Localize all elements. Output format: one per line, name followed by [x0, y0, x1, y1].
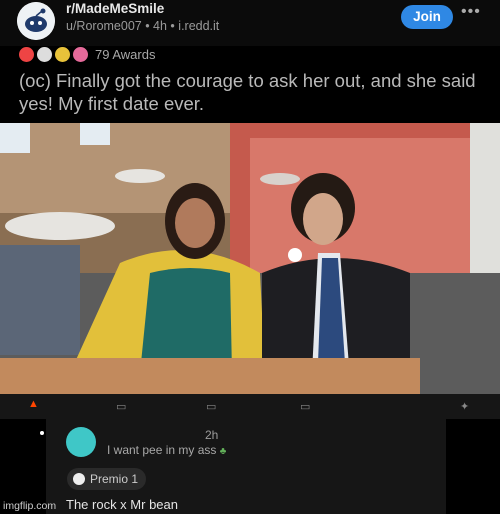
save-icon[interactable]: ▭ — [300, 400, 310, 413]
post-action-bar: ▲ ▭ ▭ ▭ ✦ — [0, 394, 500, 419]
comment-time: 2h — [205, 428, 219, 442]
award-silver-icon — [19, 46, 34, 62]
join-button[interactable]: Join — [401, 5, 453, 29]
comment-username-text: I want pee in my ass — [107, 443, 217, 457]
dot-decoration — [40, 431, 44, 435]
restaurant-photo — [0, 123, 500, 394]
post-meta: u/Rorome007 • 4h • i.redd.it — [66, 19, 220, 33]
award-gold-icon — [37, 46, 52, 62]
share-icon[interactable]: ▭ — [206, 400, 216, 413]
post-header: r/MadeMeSmile u/Rorome007 • 4h • i.redd.… — [0, 0, 500, 46]
award-helpful-icon — [55, 46, 70, 62]
comment-avatar[interactable] — [66, 427, 96, 457]
comment-card: 2h I want pee in my ass ♣ Premio 1 The r… — [46, 419, 446, 514]
award-badge-label: Premio 1 — [90, 472, 139, 486]
leaf-icon: ♣ — [219, 446, 227, 457]
comment-award-badge[interactable]: Premio 1 — [67, 468, 147, 490]
comment-icon[interactable]: ▭ — [116, 400, 126, 413]
reddit-snoo-icon — [17, 2, 55, 40]
award-badge-icon — [73, 473, 85, 485]
award-heart-icon — [73, 46, 88, 62]
comment-text: The rock x Mr bean — [66, 497, 178, 512]
imgflip-watermark: imgflip.com — [3, 500, 57, 512]
subreddit-avatar[interactable] — [17, 2, 55, 40]
award-icon[interactable]: ✦ — [460, 400, 469, 413]
more-options-icon[interactable]: ••• — [461, 3, 481, 21]
upvote-icon[interactable]: ▲ — [28, 398, 39, 410]
post-image[interactable] — [0, 123, 500, 394]
comment-username[interactable]: I want pee in my ass ♣ — [107, 443, 226, 457]
subreddit-name[interactable]: r/MadeMeSmile — [66, 1, 164, 16]
awards-count: 79 Awards — [95, 46, 156, 62]
post-title[interactable]: (oc) Finally got the courage to ask her … — [19, 69, 489, 115]
awards-row[interactable]: 79 Awards — [19, 44, 155, 64]
